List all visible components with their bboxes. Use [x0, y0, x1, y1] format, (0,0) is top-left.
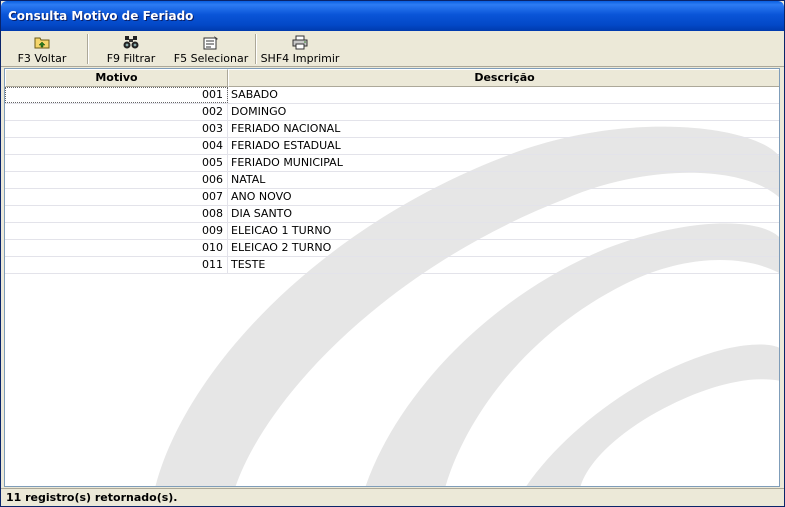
cell-motivo[interactable]: 008 — [5, 206, 228, 222]
cell-motivo[interactable]: 003 — [5, 121, 228, 137]
back-button-label: F3 Voltar — [17, 52, 67, 65]
cell-motivo[interactable]: 001 — [5, 87, 228, 103]
cell-motivo[interactable]: 005 — [5, 155, 228, 171]
cell-motivo[interactable]: 010 — [5, 240, 228, 256]
cell-descricao[interactable]: TESTE — [228, 257, 779, 273]
cell-descricao[interactable]: DIA SANTO — [228, 206, 779, 222]
cell-motivo[interactable]: 007 — [5, 189, 228, 205]
window-title: Consulta Motivo de Feriado — [8, 9, 194, 23]
table-row[interactable]: 002 DOMINGO — [5, 104, 779, 121]
cell-descricao[interactable]: FERIADO NACIONAL — [228, 121, 779, 137]
table-row[interactable]: 007 ANO NOVO — [5, 189, 779, 206]
select-button[interactable]: F5 Selecionar — [173, 33, 249, 65]
column-header-motivo[interactable]: Motivo — [5, 69, 228, 87]
table-row[interactable]: 003 FERIADO NACIONAL — [5, 121, 779, 138]
grid-header: Motivo Descrição — [5, 69, 779, 87]
cell-descricao[interactable]: ELEICAO 1 TURNO — [228, 223, 779, 239]
cell-motivo[interactable]: 009 — [5, 223, 228, 239]
title-bar[interactable]: Consulta Motivo de Feriado — [1, 1, 784, 31]
table-row[interactable]: 004 FERIADO ESTADUAL — [5, 138, 779, 155]
app-window: Consulta Motivo de Feriado F3 Voltar F9 … — [0, 0, 785, 507]
cell-motivo[interactable]: 011 — [5, 257, 228, 273]
cell-descricao[interactable]: DOMINGO — [228, 104, 779, 120]
toolbar-separator — [255, 34, 257, 64]
table-row[interactable]: 008 DIA SANTO — [5, 206, 779, 223]
toolbar: F3 Voltar F9 Filtrar F5 Selecionar SHF4 … — [1, 31, 784, 67]
cell-motivo[interactable]: 006 — [5, 172, 228, 188]
table-row[interactable]: 010 ELEICAO 2 TURNO — [5, 240, 779, 257]
table-row[interactable]: 001 SABADO — [5, 87, 779, 104]
table-row[interactable]: 011 TESTE — [5, 257, 779, 274]
print-button[interactable]: SHF4 Imprimir — [260, 33, 340, 65]
table-row[interactable]: 009 ELEICAO 1 TURNO — [5, 223, 779, 240]
printer-icon — [292, 35, 308, 50]
print-button-label: SHF4 Imprimir — [260, 52, 340, 65]
cell-descricao[interactable]: FERIADO MUNICIPAL — [228, 155, 779, 171]
column-header-descricao[interactable]: Descrição — [228, 69, 779, 87]
table-row[interactable]: 005 FERIADO MUNICIPAL — [5, 155, 779, 172]
back-button[interactable]: F3 Voltar — [9, 33, 75, 65]
cell-descricao[interactable]: SABADO — [228, 87, 779, 103]
cell-descricao[interactable]: FERIADO ESTADUAL — [228, 138, 779, 154]
select-button-label: F5 Selecionar — [173, 52, 249, 65]
cell-descricao[interactable]: NATAL — [228, 172, 779, 188]
status-text: 11 registro(s) retornado(s). — [6, 491, 178, 504]
cell-motivo[interactable]: 004 — [5, 138, 228, 154]
status-bar: 11 registro(s) retornado(s). — [1, 488, 784, 506]
grid-body: 001 SABADO 002 DOMINGO 003 FERIADO NACIO… — [5, 87, 779, 274]
filter-button[interactable]: F9 Filtrar — [101, 33, 161, 65]
binoculars-icon — [123, 36, 139, 49]
folder-back-icon — [34, 37, 50, 49]
table-row[interactable]: 006 NATAL — [5, 172, 779, 189]
filter-button-label: F9 Filtrar — [106, 52, 156, 65]
cell-descricao[interactable]: ANO NOVO — [228, 189, 779, 205]
toolbar-separator — [87, 34, 89, 64]
select-form-icon — [203, 36, 218, 50]
cell-motivo[interactable]: 002 — [5, 104, 228, 120]
cell-descricao[interactable]: ELEICAO 2 TURNO — [228, 240, 779, 256]
results-grid: Motivo Descrição 001 SABADO 002 DOMINGO … — [4, 68, 780, 487]
